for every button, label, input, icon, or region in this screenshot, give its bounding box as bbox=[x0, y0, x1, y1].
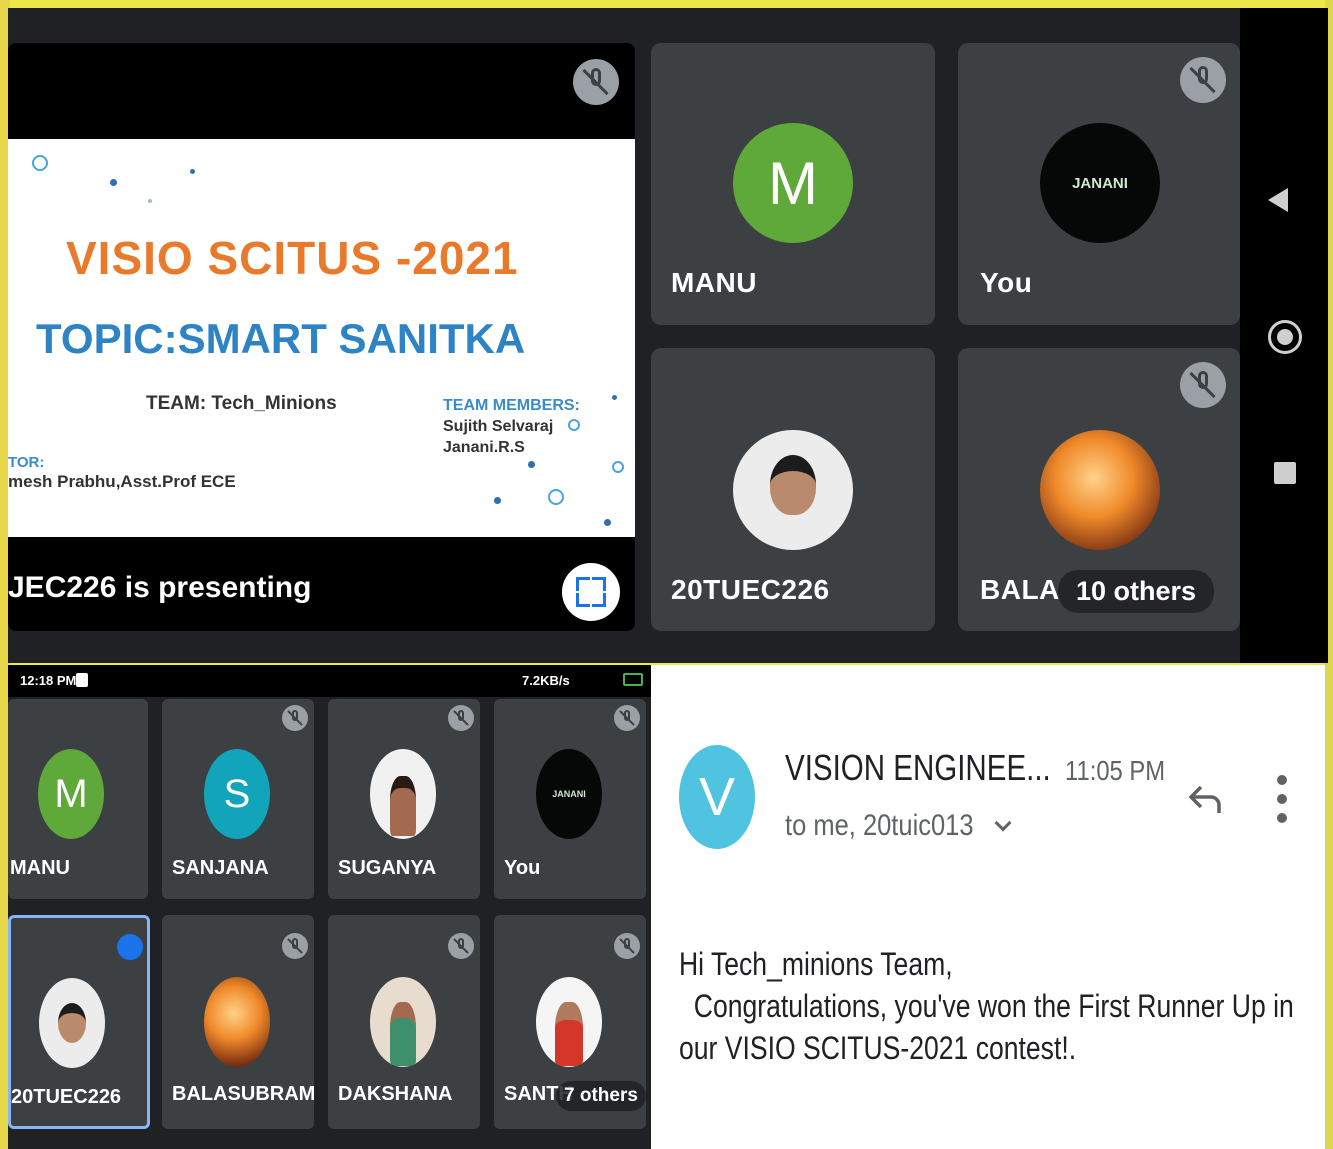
gmail-message: V VISION ENGINEE... 11:05 PM to me, 20tu… bbox=[651, 665, 1325, 1149]
back-icon[interactable] bbox=[1268, 188, 1288, 212]
email-time: 11:05 PM bbox=[1065, 755, 1166, 786]
mic-off-icon bbox=[614, 933, 640, 959]
avatar bbox=[39, 978, 105, 1068]
presentation-tile[interactable]: VISIO SCITUS -2021 TOPIC:SMART SANITKA T… bbox=[8, 43, 635, 631]
participant-tile[interactable]: S SANJANA bbox=[162, 699, 314, 899]
avatar bbox=[370, 977, 436, 1067]
participant-tile[interactable]: SUGANYA bbox=[328, 699, 480, 899]
avatar bbox=[536, 977, 602, 1067]
participant-name: You bbox=[504, 857, 541, 879]
slide-members-heading: TEAM MEMBERS: bbox=[443, 397, 580, 414]
mic-off-icon bbox=[448, 933, 474, 959]
slide-member: Sujith Selvaraj bbox=[443, 418, 554, 435]
chevron-down-icon[interactable] bbox=[994, 814, 1012, 832]
slide-mentor-heading: TOR: bbox=[8, 454, 45, 471]
avatar: JANANI bbox=[1040, 123, 1160, 243]
mic-off-icon bbox=[573, 59, 619, 105]
participant-name: DAKSHANA bbox=[338, 1083, 453, 1105]
presentation-slide: VISIO SCITUS -2021 TOPIC:SMART SANITKA T… bbox=[8, 139, 635, 537]
participant-tile-manu[interactable]: M MANU bbox=[651, 43, 935, 325]
presenting-label: JEC226 is presenting bbox=[8, 571, 312, 604]
mic-off-icon bbox=[448, 705, 474, 731]
speaking-icon bbox=[117, 934, 143, 960]
others-count-button[interactable]: 10 others bbox=[1058, 570, 1215, 613]
participant-name: MANU bbox=[10, 857, 70, 879]
slide-title: VISIO SCITUS -2021 bbox=[66, 232, 519, 284]
fullscreen-icon bbox=[576, 577, 590, 591]
avatar bbox=[370, 749, 436, 839]
avatar: M bbox=[733, 123, 853, 243]
status-bar: 12:18 PM 7.2KB/s bbox=[8, 665, 651, 697]
participant-name: SUGANYA bbox=[338, 857, 437, 879]
participant-tile-speaking[interactable]: 20TUEC226 bbox=[8, 915, 150, 1129]
status-time: 12:18 PM bbox=[20, 673, 77, 688]
recents-icon[interactable] bbox=[1274, 462, 1296, 484]
participant-name: MANU bbox=[671, 267, 757, 298]
network-speed: 7.2KB/s bbox=[522, 673, 570, 688]
mic-off-icon bbox=[282, 933, 308, 959]
others-count-button[interactable]: 7 others bbox=[556, 1081, 646, 1111]
slide-mentor: mesh Prabhu,Asst.Prof ECE bbox=[8, 472, 236, 491]
fullscreen-button[interactable] bbox=[562, 563, 620, 621]
recipients[interactable]: to me, 20tuic013 bbox=[785, 809, 974, 843]
reply-icon[interactable] bbox=[1185, 779, 1225, 819]
participant-name: 20TUEC226 bbox=[671, 574, 830, 605]
participant-name: 20TUEC226 bbox=[11, 1086, 122, 1108]
meet-call-top: VISIO SCITUS -2021 TOPIC:SMART SANITKA T… bbox=[8, 8, 1240, 663]
participant-tile[interactable]: JANANI You bbox=[494, 699, 646, 899]
avatar bbox=[733, 430, 853, 550]
participant-tile-20tuec226[interactable]: 20TUEC226 bbox=[651, 348, 935, 631]
slide-topic: TOPIC:SMART SANITKA bbox=[36, 315, 526, 362]
avatar: JANANI bbox=[536, 749, 602, 839]
avatar: M bbox=[38, 749, 104, 839]
participant-tile[interactable]: BALASUBRAMA... bbox=[162, 915, 314, 1129]
sender-avatar: V bbox=[679, 745, 755, 849]
slide-member: Janani.R.S bbox=[443, 439, 525, 456]
participant-tile[interactable]: DAKSHANA bbox=[328, 915, 480, 1129]
avatar bbox=[1040, 430, 1160, 550]
gmail-notification-icon bbox=[76, 673, 88, 687]
participant-name: BALASUBRAMA... bbox=[172, 1083, 314, 1105]
avatar bbox=[204, 977, 270, 1067]
mic-off-icon bbox=[282, 705, 308, 731]
sender-name[interactable]: VISION ENGINEE... bbox=[785, 747, 1051, 789]
mic-off-icon bbox=[1180, 57, 1226, 103]
meet-call-phone: 12:18 PM 7.2KB/s M MANU S SANJANA SUGANY… bbox=[8, 665, 651, 1149]
android-nav-bar bbox=[1240, 8, 1328, 663]
mic-off-icon bbox=[614, 705, 640, 731]
participant-tile-bala[interactable]: BALA 10 others bbox=[958, 348, 1240, 631]
more-options-icon[interactable] bbox=[1277, 775, 1287, 823]
battery-icon bbox=[623, 673, 643, 686]
participant-name: BALA bbox=[980, 574, 1060, 605]
participant-tile-you[interactable]: JANANI You bbox=[958, 43, 1240, 325]
mic-off-icon bbox=[1180, 362, 1226, 408]
participant-tile[interactable]: M MANU bbox=[8, 699, 148, 899]
participant-tile[interactable]: SANTH 7 others bbox=[494, 915, 646, 1129]
avatar: S bbox=[204, 749, 270, 839]
slide-team: TEAM: Tech_Minions bbox=[146, 393, 337, 414]
participant-name: SANJANA bbox=[172, 857, 269, 879]
home-icon[interactable] bbox=[1268, 320, 1302, 354]
email-body: Hi Tech_minions Team, Congratulations, y… bbox=[679, 946, 1294, 1066]
participant-name: You bbox=[980, 267, 1033, 298]
